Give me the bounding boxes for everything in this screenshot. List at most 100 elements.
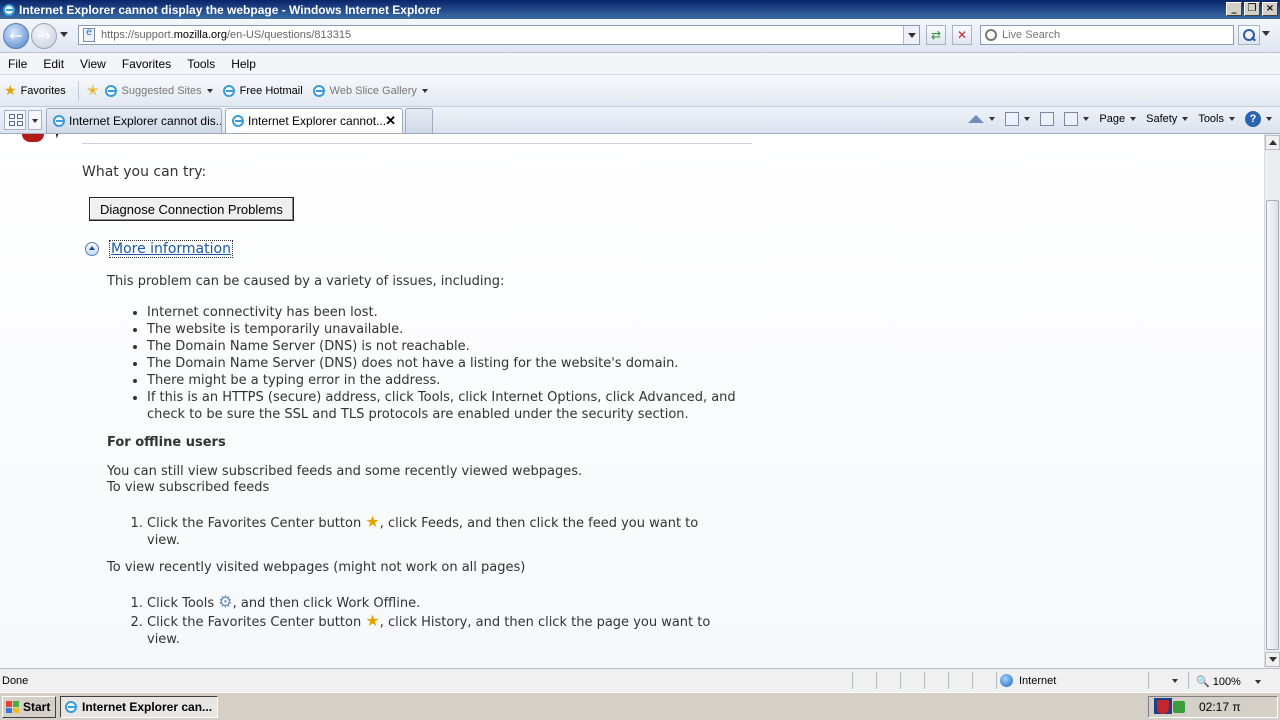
protected-mode-button[interactable] bbox=[1158, 674, 1182, 688]
help-icon: ? bbox=[1245, 111, 1261, 127]
feeds-button[interactable] bbox=[1005, 112, 1031, 126]
status-pane bbox=[948, 672, 949, 689]
diagnose-connection-button[interactable]: Diagnose Connection Problems bbox=[89, 197, 294, 221]
stop-button[interactable]: ✕ bbox=[952, 25, 972, 45]
title-bar: Internet Explorer cannot display the web… bbox=[0, 0, 1280, 19]
zoom-icon: 🔍 bbox=[1196, 676, 1210, 688]
status-text: Done bbox=[2, 675, 29, 687]
more-information-link[interactable]: More information bbox=[109, 240, 233, 258]
minimize-button[interactable]: _ bbox=[1226, 2, 1242, 16]
menu-tools[interactable]: Tools bbox=[183, 57, 221, 71]
status-pane bbox=[996, 672, 997, 689]
web-slice-gallery-link[interactable]: Web Slice Gallery bbox=[312, 84, 428, 97]
vertical-scrollbar[interactable] bbox=[1264, 134, 1280, 668]
more-information-toggle[interactable]: More information bbox=[85, 240, 233, 258]
chevron-down-icon bbox=[1172, 679, 1178, 683]
menu-view[interactable]: View bbox=[76, 57, 112, 71]
scroll-up-button[interactable] bbox=[1265, 135, 1280, 150]
page-icon bbox=[83, 27, 95, 42]
address-url: https://support.mozilla.org/en-US/questi… bbox=[101, 29, 351, 41]
recent-pages-dropdown[interactable] bbox=[60, 32, 68, 37]
step-text: Click the Favorites Center button bbox=[147, 516, 362, 531]
help-menu[interactable]: ? bbox=[1245, 111, 1272, 127]
chevron-down-icon bbox=[1229, 117, 1235, 121]
favorites-bar: ★ Favorites ✭ Suggested Sites Free Hotma… bbox=[0, 75, 1280, 107]
back-button[interactable]: ← bbox=[3, 23, 29, 49]
window-title: Internet Explorer cannot display the web… bbox=[19, 2, 441, 17]
tab-2-active[interactable]: Internet Explorer cannot... ✕ bbox=[225, 108, 403, 133]
tab-page-icon bbox=[53, 115, 65, 127]
list-item: The Domain Name Server (DNS) does not ha… bbox=[147, 355, 747, 372]
what-you-can-try-heading: What you can try: bbox=[82, 164, 207, 180]
print-button[interactable] bbox=[1064, 112, 1090, 126]
tab-1[interactable]: Internet Explorer cannot dis... bbox=[46, 108, 222, 133]
search-button[interactable] bbox=[1238, 25, 1260, 45]
forward-button[interactable]: → bbox=[31, 23, 57, 49]
menu-edit[interactable]: Edit bbox=[39, 57, 70, 71]
hotmail-icon bbox=[222, 84, 235, 97]
suggested-sites-link[interactable]: Suggested Sites bbox=[104, 84, 213, 97]
url-path: /en-US/questions/813315 bbox=[226, 29, 352, 41]
status-pane bbox=[972, 672, 973, 689]
collapse-icon[interactable] bbox=[85, 242, 99, 256]
start-label: Start bbox=[23, 700, 51, 714]
mail-icon bbox=[1040, 112, 1055, 126]
favorites-separator bbox=[77, 80, 79, 101]
status-pane bbox=[852, 672, 853, 689]
menu-file[interactable]: File bbox=[4, 57, 33, 71]
favorites-center-star-icon: ★ bbox=[365, 611, 380, 630]
read-mail-button[interactable] bbox=[1040, 112, 1055, 126]
scroll-thumb[interactable] bbox=[1266, 200, 1279, 650]
favorites-label: Favorites bbox=[20, 84, 66, 97]
safety-menu[interactable]: Safety bbox=[1146, 113, 1189, 125]
menu-favorites[interactable]: Favorites bbox=[118, 57, 177, 71]
list-item: The website is temporarily unavailable. bbox=[147, 321, 747, 338]
tab-list-dropdown[interactable] bbox=[28, 110, 42, 130]
status-pane bbox=[924, 672, 925, 689]
search-input[interactable] bbox=[1002, 29, 1222, 41]
add-to-favorites-bar-icon[interactable]: ✭ bbox=[87, 82, 99, 99]
restore-button[interactable]: ❐ bbox=[1244, 2, 1260, 16]
zone-label: Internet bbox=[1019, 674, 1057, 687]
refresh-button[interactable]: ⇄ bbox=[926, 25, 946, 45]
close-tab-icon[interactable]: ✕ bbox=[385, 113, 396, 129]
security-shield-icon[interactable] bbox=[1157, 700, 1169, 714]
chevron-down-icon bbox=[1083, 117, 1090, 121]
tray-app-icon[interactable] bbox=[1173, 701, 1185, 713]
ie-logo-icon bbox=[3, 3, 15, 16]
navigation-bar: ← → https://support.mozilla.org/en-US/qu… bbox=[0, 19, 1280, 53]
tools-menu[interactable]: Tools bbox=[1198, 113, 1235, 125]
search-options-dropdown[interactable] bbox=[1262, 31, 1270, 36]
web-slice-gallery-label: Web Slice Gallery bbox=[329, 84, 417, 97]
mouse-cursor-icon bbox=[53, 134, 64, 139]
subscribed-feeds-heading: To view subscribed feeds bbox=[107, 480, 270, 495]
favorites-button[interactable]: ★ Favorites bbox=[4, 82, 66, 99]
status-pane bbox=[876, 672, 877, 689]
address-dropdown-button[interactable] bbox=[903, 26, 919, 44]
taskbar-item-ie[interactable]: Internet Explorer can... bbox=[60, 696, 218, 718]
suggested-sites-icon bbox=[104, 84, 117, 97]
quick-tabs-button[interactable] bbox=[4, 110, 26, 130]
status-pane bbox=[1188, 672, 1189, 689]
free-hotmail-link[interactable]: Free Hotmail bbox=[222, 84, 303, 97]
security-zone[interactable]: Internet bbox=[1000, 674, 1056, 687]
zoom-label: 100% bbox=[1212, 675, 1241, 688]
address-bar[interactable]: https://support.mozilla.org/en-US/questi… bbox=[78, 25, 920, 45]
window-controls: _ ❐ × bbox=[1226, 2, 1278, 16]
list-item: Internet connectivity has been lost. bbox=[147, 304, 747, 321]
zoom-level-button[interactable]: 🔍 100% bbox=[1196, 675, 1261, 688]
start-button[interactable]: Start bbox=[2, 696, 56, 718]
scroll-down-button[interactable] bbox=[1265, 652, 1280, 667]
menu-help[interactable]: Help bbox=[227, 57, 262, 71]
home-button[interactable] bbox=[968, 115, 996, 123]
page-menu-label: Page bbox=[1099, 113, 1126, 125]
status-pane bbox=[900, 672, 901, 689]
chevron-down-icon bbox=[1182, 117, 1189, 121]
tab-1-label: Internet Explorer cannot dis... bbox=[69, 114, 221, 128]
search-box[interactable] bbox=[980, 25, 1234, 45]
url-prefix: https://support. bbox=[101, 29, 174, 41]
close-button[interactable]: × bbox=[1262, 2, 1278, 16]
web-slice-icon bbox=[312, 84, 325, 97]
page-menu[interactable]: Page bbox=[1099, 113, 1137, 125]
new-tab-button[interactable] bbox=[405, 108, 433, 133]
